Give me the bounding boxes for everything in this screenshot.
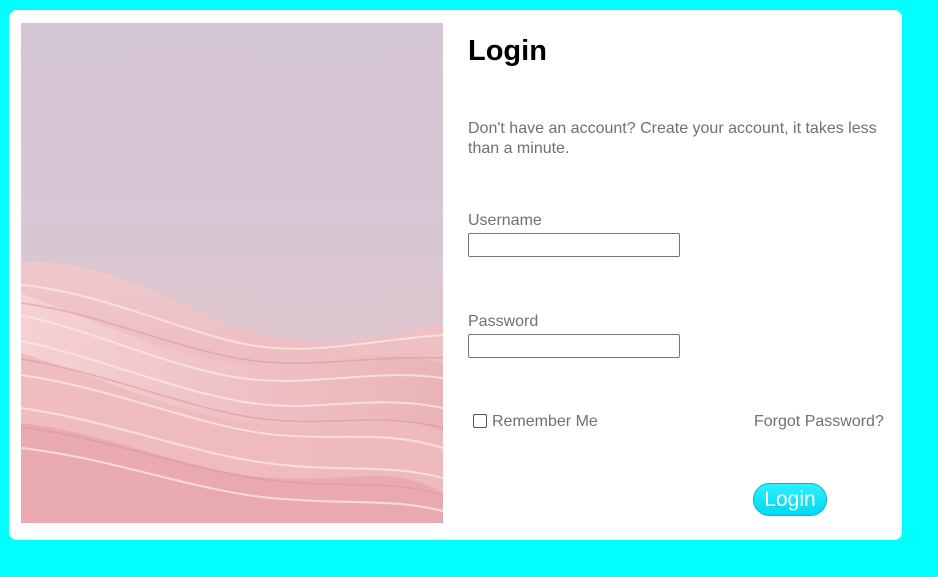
username-label: Username xyxy=(468,212,542,229)
pink-waves-illustration xyxy=(21,262,443,523)
password-label: Password xyxy=(468,313,539,330)
forgot-password-link[interactable]: Forgot Password? xyxy=(754,413,884,431)
username-input[interactable] xyxy=(468,233,680,257)
remember-me-checkbox[interactable] xyxy=(473,414,487,428)
remember-me-label: Remember Me xyxy=(492,413,598,430)
login-card: Login Don't have an account? Create your… xyxy=(9,10,902,540)
page-title: Login xyxy=(468,35,547,67)
hero-image xyxy=(21,23,443,523)
signup-prompt: Don't have an account? Create your accou… xyxy=(468,120,877,157)
login-button[interactable]: Login xyxy=(753,483,827,516)
remember-me-row[interactable]: Remember Me xyxy=(473,413,598,431)
password-input[interactable] xyxy=(468,334,680,358)
